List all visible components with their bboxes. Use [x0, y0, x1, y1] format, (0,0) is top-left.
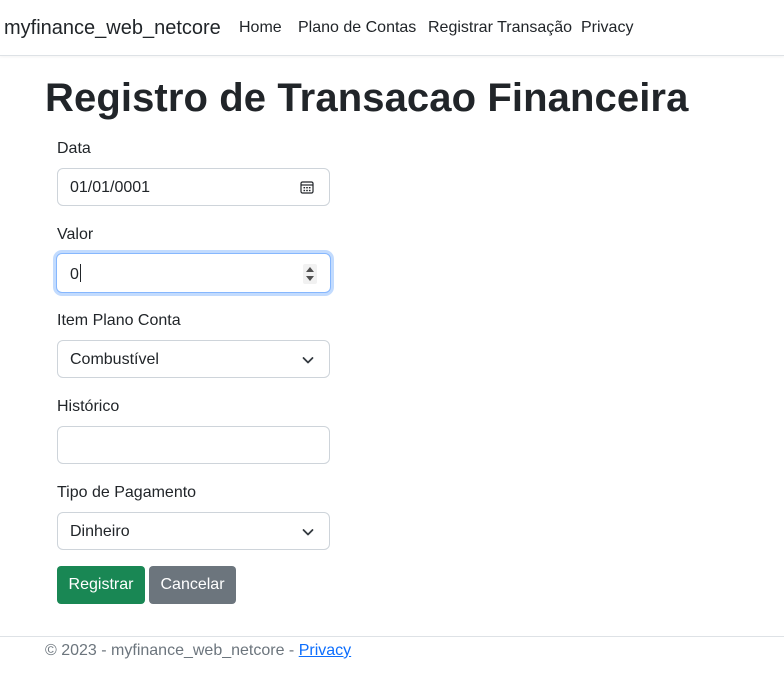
navbar: myfinance_web_netcore Home Plano de Cont…	[0, 0, 784, 56]
nav-link-registrar-transacao[interactable]: Registrar Transação	[428, 18, 572, 38]
tipo-pagamento-selected: Dinheiro	[70, 523, 130, 540]
spinner-up-icon[interactable]	[306, 267, 314, 272]
nav-link-home[interactable]: Home	[239, 18, 282, 38]
tipo-pagamento-select[interactable]: Dinheiro	[57, 512, 330, 550]
chevron-down-icon	[302, 357, 314, 364]
tipo-pagamento-label: Tipo de Pagamento	[57, 484, 197, 501]
registrar-button[interactable]: Registrar	[57, 566, 145, 604]
data-label: Data	[57, 140, 91, 157]
item-plano-conta-select[interactable]: Combustível	[57, 340, 330, 378]
footer-text: © 2023 - myfinance_web_netcore - Privacy	[45, 641, 351, 661]
number-spinner[interactable]	[303, 264, 317, 284]
footer: © 2023 - myfinance_web_netcore - Privacy	[0, 636, 784, 680]
nav-link-plano-de-contas[interactable]: Plano de Contas	[298, 18, 416, 38]
footer-privacy-link[interactable]: Privacy	[299, 642, 351, 659]
cancelar-button[interactable]: Cancelar	[149, 566, 236, 604]
page-title: Registro de Transacao Financeira	[45, 76, 689, 120]
data-input[interactable]: 01/01/0001	[57, 168, 330, 206]
chevron-down-icon	[302, 529, 314, 536]
item-plano-conta-label: Item Plano Conta	[57, 312, 181, 329]
historico-label: Histórico	[57, 398, 120, 415]
spinner-down-icon[interactable]	[306, 276, 314, 281]
item-plano-conta-selected: Combustível	[70, 351, 159, 368]
valor-value: 0	[70, 264, 81, 283]
valor-input[interactable]: 0	[56, 253, 331, 293]
nav-link-privacy[interactable]: Privacy	[581, 18, 633, 38]
valor-label: Valor	[57, 226, 94, 243]
text-caret	[79, 264, 81, 282]
historico-input[interactable]	[57, 426, 330, 464]
calendar-icon[interactable]	[300, 180, 314, 194]
footer-copyright: © 2023 - myfinance_web_netcore -	[45, 642, 299, 659]
brand-link[interactable]: myfinance_web_netcore	[4, 16, 221, 40]
data-value: 01/01/0001	[70, 179, 151, 196]
